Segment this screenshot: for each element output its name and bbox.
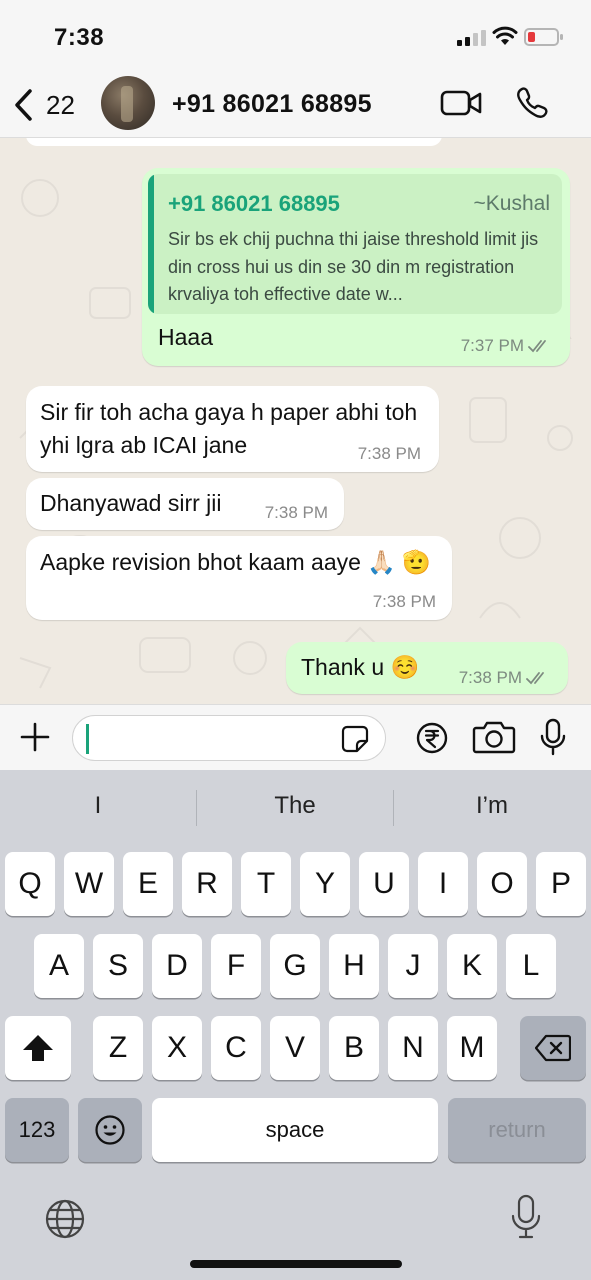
key-b[interactable]: B [329,1016,379,1080]
read-receipt-icon [526,672,544,685]
key-y[interactable]: Y [300,852,350,916]
home-indicator[interactable] [190,1260,402,1268]
dictation-mic-icon[interactable] [510,1194,542,1240]
quoted-message[interactable]: +91 86021 68895 ~Kushal Sir bs ek chij p… [148,174,562,314]
incoming-message-bubble[interactable]: Sir fir toh acha gaya h paper abhi toh y… [26,386,439,472]
backspace-icon [535,1034,571,1062]
back-chevron-icon[interactable] [12,88,34,122]
message-input[interactable] [72,715,386,761]
signal-icon [457,30,486,46]
return-key[interactable]: return [448,1098,586,1162]
keyboard: I The I’m Q W E R T Y U I O P A S D F G … [0,770,591,1280]
key-g[interactable]: G [270,934,320,998]
video-call-icon[interactable] [440,88,482,118]
chat-area[interactable]: +91 86021 68895 ~Kushal Sir bs ek chij p… [0,138,591,704]
key-n[interactable]: N [388,1016,438,1080]
message-time: 7:38 PM [458,668,522,687]
message-time: 7:38 PM [264,503,328,522]
message-text: Aapke revision bhot kaam aaye 🙏🏻 🫡 [40,549,431,575]
outgoing-message-bubble[interactable]: Thank u ☺️ 7:38 PM [286,642,568,694]
message-time: 7:38 PM [372,592,436,611]
key-x[interactable]: X [152,1016,202,1080]
suggestion-bar: I The I’m [0,770,591,848]
key-d[interactable]: D [152,934,202,998]
key-a[interactable]: A [34,934,84,998]
key-m[interactable]: M [447,1016,497,1080]
key-l[interactable]: L [506,934,556,998]
unread-count[interactable]: 22 [46,90,75,121]
space-key[interactable]: space [152,1098,438,1162]
camera-icon[interactable] [472,719,516,755]
incoming-message-bubble[interactable]: Dhanyawad sirr jii 7:38 PM [26,478,344,530]
quoted-sender-number: +91 86021 68895 [168,191,340,216]
shift-icon [23,1035,53,1061]
key-k[interactable]: K [447,934,497,998]
message-time: 7:38 PM [357,444,421,463]
message-text: Dhanyawad sirr jii [40,490,222,516]
key-q[interactable]: Q [5,852,55,916]
key-h[interactable]: H [329,934,379,998]
key-j[interactable]: J [388,934,438,998]
status-bar: 7:38 [0,0,591,72]
message-text: Haaa [158,324,213,350]
quoted-text: Sir bs ek chij puchna thi jaise threshol… [168,229,539,304]
plus-icon[interactable] [20,722,50,752]
rupee-payment-icon[interactable] [416,722,448,754]
key-p[interactable]: P [536,852,586,916]
incoming-message-bubble[interactable]: Aapke revision bhot kaam aaye 🙏🏻 🫡 7:38 … [26,536,452,620]
key-f[interactable]: F [211,934,261,998]
message-time: 7:37 PM [460,336,524,355]
wifi-icon [492,26,518,45]
shift-key[interactable] [5,1016,71,1080]
message-meta: 7:37 PM [461,336,552,356]
message-input-bar [0,704,591,770]
return-key-label: return [488,1117,546,1142]
numbers-key[interactable]: 123 [5,1098,69,1162]
message-meta: 7:38 PM [265,503,328,523]
suggestion-item[interactable]: I [0,792,196,820]
quoted-sender-name: ~Kushal [473,192,550,215]
key-i[interactable]: I [418,852,468,916]
read-receipt-icon [528,340,546,353]
quote-accent-bar [148,174,154,314]
suggestion-item[interactable]: I’m [394,792,590,820]
key-r[interactable]: R [182,852,232,916]
key-s[interactable]: S [93,934,143,998]
key-w[interactable]: W [64,852,114,916]
message-text: Thank u ☺️ [301,654,420,680]
text-caret [86,724,89,754]
phone-call-icon[interactable] [515,86,549,120]
key-e[interactable]: E [123,852,173,916]
key-t[interactable]: T [241,852,291,916]
message-meta: 7:38 PM [373,592,436,612]
outgoing-message-bubble[interactable]: +91 86021 68895 ~Kushal Sir bs ek chij p… [142,168,570,366]
chat-header: 22 +91 86021 68895 [0,72,591,138]
key-z[interactable]: Z [93,1016,143,1080]
status-time: 7:38 [54,24,105,51]
emoji-icon [95,1115,125,1145]
message-meta: 7:38 PM [358,444,421,464]
message-meta: 7:38 PM [459,668,550,688]
key-u[interactable]: U [359,852,409,916]
suggestion-item[interactable]: The [197,792,393,820]
key-o[interactable]: O [477,852,527,916]
backspace-key[interactable] [520,1016,586,1080]
sticker-icon[interactable] [341,725,369,753]
microphone-icon[interactable] [540,718,566,756]
key-c[interactable]: C [211,1016,261,1080]
emoji-key[interactable] [78,1098,142,1162]
battery-icon [524,28,563,46]
previous-message-bubble [26,138,442,146]
avatar[interactable] [101,76,155,130]
contact-name[interactable]: +91 86021 68895 [172,90,372,119]
globe-icon[interactable] [44,1198,86,1240]
key-v[interactable]: V [270,1016,320,1080]
